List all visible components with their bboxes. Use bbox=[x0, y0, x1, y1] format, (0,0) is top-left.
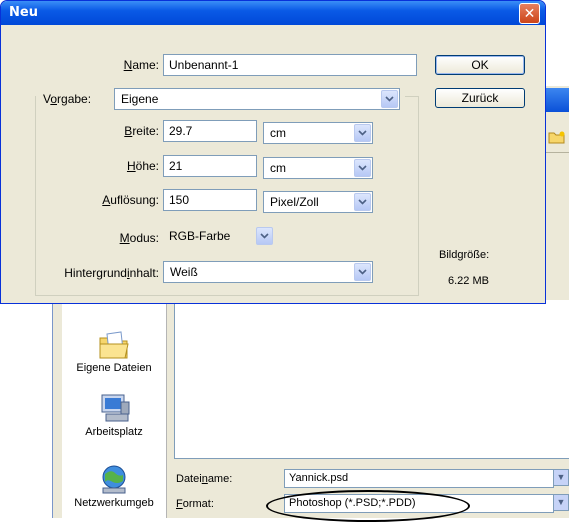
place-my-documents[interactable]: Eigene Dateien bbox=[62, 330, 166, 374]
place-label: Eigene Dateien bbox=[76, 362, 152, 374]
chevron-down-icon[interactable] bbox=[354, 159, 371, 177]
my-documents-icon bbox=[99, 331, 129, 359]
breite-unit-select[interactable]: cm bbox=[263, 122, 373, 144]
vorgabe-value: Eigene bbox=[121, 92, 159, 106]
network-globe-icon bbox=[102, 465, 126, 494]
hoehe-label: Höhe: bbox=[126, 159, 159, 173]
format-highlight-ellipse bbox=[266, 490, 470, 522]
new-document-dialog: Neu ✕ Name: Unbenannt-1 Vorgabe: Eigene … bbox=[0, 0, 546, 304]
close-icon: ✕ bbox=[523, 5, 536, 21]
my-computer-icon bbox=[101, 394, 130, 422]
aufloesung-unit-value: Pixel/Zoll bbox=[270, 195, 319, 209]
dialog-titlebar[interactable]: Neu ✕ bbox=[1, 1, 545, 25]
place-network[interactable]: Netzwerkumgeb bbox=[62, 463, 166, 509]
file-list[interactable] bbox=[174, 300, 569, 459]
hintergrund-label: Hintergrundinhalt: bbox=[64, 266, 159, 280]
places-bar: Eigene Dateien Arbeitsplatz Netzwerkumge… bbox=[62, 300, 167, 518]
chevron-down-icon[interactable] bbox=[354, 263, 371, 281]
vorgabe-label: Vorgabe: bbox=[41, 91, 115, 107]
format-label: Format: bbox=[176, 498, 214, 510]
filename-label: Dateiname: bbox=[176, 473, 233, 485]
vorgabe-select[interactable]: Eigene bbox=[114, 88, 400, 110]
hoehe-input[interactable]: 21 bbox=[163, 155, 257, 177]
hintergrund-value: Weiß bbox=[170, 265, 198, 279]
filename-input[interactable]: Yannick.psd bbox=[284, 469, 554, 488]
aufloesung-input[interactable]: 150 bbox=[163, 189, 257, 211]
image-size-value: 6.22 MB bbox=[448, 275, 489, 287]
groupbox-border bbox=[405, 96, 419, 97]
aufloesung-unit-select[interactable]: Pixel/Zoll bbox=[263, 191, 373, 213]
aufloesung-label: Auflösung: bbox=[102, 193, 159, 207]
breite-input[interactable]: 29.7 bbox=[163, 120, 257, 142]
dialog-title: Neu bbox=[9, 5, 38, 20]
back-button[interactable]: Zurück bbox=[435, 88, 525, 108]
image-size-label: Bildgröße: bbox=[439, 249, 490, 261]
name-label: Name: bbox=[123, 58, 159, 72]
chevron-down-icon[interactable] bbox=[381, 90, 398, 108]
breite-unit-value: cm bbox=[270, 126, 286, 140]
name-input[interactable]: Unbenannt-1 bbox=[163, 54, 417, 76]
modus-select[interactable]: RGB-Farbe bbox=[163, 226, 277, 248]
folder-star-icon[interactable] bbox=[548, 130, 566, 144]
hoehe-unit-value: cm bbox=[270, 161, 286, 175]
modus-value: RGB-Farbe bbox=[169, 229, 231, 243]
chevron-down-icon[interactable] bbox=[256, 227, 273, 245]
filename-dropdown-arrow[interactable]: ▼ bbox=[553, 469, 569, 486]
place-label: Netzwerkumgeb bbox=[74, 497, 154, 509]
breite-label: Breite: bbox=[124, 124, 159, 138]
hoehe-unit-select[interactable]: cm bbox=[263, 157, 373, 179]
modus-label: Modus: bbox=[119, 231, 159, 245]
chevron-down-icon[interactable] bbox=[354, 124, 371, 142]
place-label: Arbeitsplatz bbox=[85, 426, 143, 438]
hintergrund-select[interactable]: Weiß bbox=[163, 261, 373, 283]
close-button[interactable]: ✕ bbox=[519, 3, 540, 24]
place-my-computer[interactable]: Arbeitsplatz bbox=[62, 392, 166, 438]
chevron-down-icon[interactable] bbox=[354, 193, 371, 211]
ok-button[interactable]: OK bbox=[435, 55, 525, 75]
format-dropdown-arrow[interactable]: ▼ bbox=[553, 494, 569, 511]
